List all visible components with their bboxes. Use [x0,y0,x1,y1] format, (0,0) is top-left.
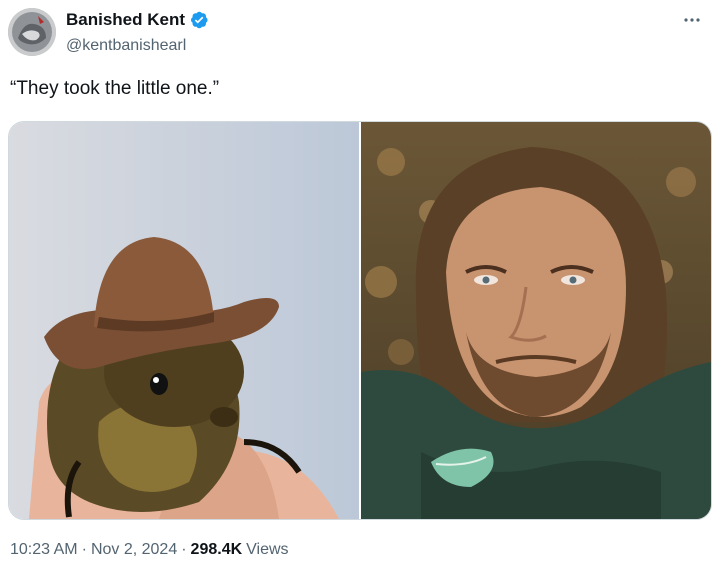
avatar[interactable] [8,8,56,56]
views-label: Views [246,541,289,558]
author-name-row: Banished Kent [66,10,209,30]
author-handle[interactable]: @kentbanishearl [66,37,186,55]
meta-separator: · [81,541,87,558]
man-photo [361,122,711,519]
views-count: 298.4K [190,541,243,558]
media-image-squirrel[interactable] [9,122,359,519]
squirrel-photo [9,122,359,519]
more-horizontal-icon [684,18,700,22]
verified-badge-icon [189,10,209,30]
meta-separator: · [181,541,187,558]
tweet-date[interactable]: Nov 2, 2024 [91,541,177,559]
tweet-meta: 10:23 AM · Nov 2, 2024 · 298.4K Views [10,541,289,559]
tweet-text: “They took the little one.” [10,78,220,99]
author-display-name[interactable]: Banished Kent [66,10,185,30]
media-image-man[interactable] [361,122,711,519]
tweet-time[interactable]: 10:23 AM [10,541,78,559]
avatar-image [8,8,56,56]
more-options-button[interactable] [678,6,706,34]
media-grid [8,121,712,520]
